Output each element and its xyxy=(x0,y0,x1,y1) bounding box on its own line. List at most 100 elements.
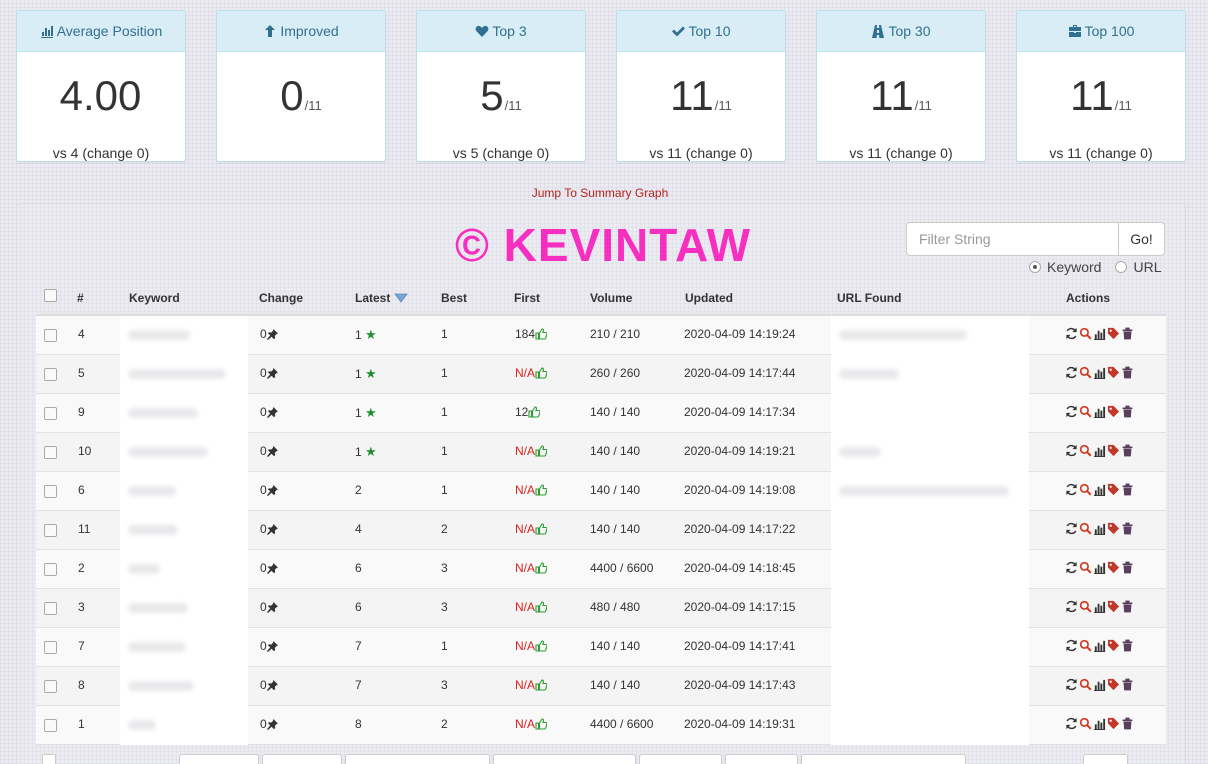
table-row[interactable]: 11 0 4 2 N/A 140 / 140 2020-04-09 14:17:22 xyxy=(36,511,1166,550)
refresh-icon[interactable] xyxy=(1065,483,1078,496)
bulk-button-6[interactable] xyxy=(725,754,798,764)
table-row[interactable]: 6 0 2 1 N/A 140 / 140 2020-04-09 14:19:08 xyxy=(36,472,1166,511)
col-keyword[interactable]: Keyword xyxy=(129,291,180,305)
row-checkbox[interactable] xyxy=(44,485,57,501)
search-icon[interactable] xyxy=(1079,405,1092,418)
url-found-cell[interactable] xyxy=(831,667,1029,706)
search-icon[interactable] xyxy=(1079,366,1092,379)
keyword-cell[interactable] xyxy=(120,628,248,667)
keyword-cell[interactable] xyxy=(120,433,248,472)
bulk-button-5[interactable] xyxy=(639,754,722,764)
bulk-button-4[interactable] xyxy=(493,754,636,764)
stats-icon[interactable] xyxy=(1093,717,1106,730)
tag-icon[interactable] xyxy=(1107,600,1120,613)
url-found-cell[interactable] xyxy=(831,550,1029,589)
stats-icon[interactable] xyxy=(1093,405,1106,418)
search-icon[interactable] xyxy=(1079,678,1092,691)
col-latest[interactable]: Latest xyxy=(355,291,408,305)
search-icon[interactable] xyxy=(1079,639,1092,652)
trash-icon[interactable] xyxy=(1121,639,1134,652)
trash-icon[interactable] xyxy=(1121,522,1134,535)
jump-to-summary-link[interactable]: Jump To Summary Graph xyxy=(0,186,1200,200)
stats-icon[interactable] xyxy=(1093,327,1106,340)
tag-icon[interactable] xyxy=(1107,717,1120,730)
bulk-button-1[interactable] xyxy=(179,754,259,764)
trash-icon[interactable] xyxy=(1121,678,1134,691)
bottom-select-all-checkbox[interactable] xyxy=(42,754,56,764)
refresh-icon[interactable] xyxy=(1065,522,1078,535)
row-checkbox[interactable] xyxy=(44,407,57,423)
trash-icon[interactable] xyxy=(1121,405,1134,418)
tag-icon[interactable] xyxy=(1107,444,1120,457)
url-found-cell[interactable] xyxy=(831,706,1029,745)
col-updated[interactable]: Updated xyxy=(685,291,733,305)
stats-icon[interactable] xyxy=(1093,483,1106,496)
keyword-cell[interactable] xyxy=(120,667,248,706)
row-checkbox[interactable] xyxy=(44,680,57,696)
tag-icon[interactable] xyxy=(1107,366,1120,379)
keyword-cell[interactable] xyxy=(120,355,248,394)
url-found-cell[interactable] xyxy=(831,433,1029,472)
trash-icon[interactable] xyxy=(1121,327,1134,340)
bulk-button-2[interactable] xyxy=(262,754,342,764)
url-found-cell[interactable] xyxy=(831,394,1029,433)
keyword-cell[interactable] xyxy=(120,511,248,550)
refresh-icon[interactable] xyxy=(1065,717,1078,730)
keyword-cell[interactable] xyxy=(120,316,248,355)
select-all-checkbox[interactable] xyxy=(44,289,57,305)
col-url-found[interactable]: URL Found xyxy=(837,291,901,305)
url-radio[interactable] xyxy=(1115,261,1128,273)
stats-icon[interactable] xyxy=(1093,561,1106,574)
refresh-icon[interactable] xyxy=(1065,678,1078,691)
trash-icon[interactable] xyxy=(1121,366,1134,379)
stats-icon[interactable] xyxy=(1093,444,1106,457)
col-first[interactable]: First xyxy=(514,291,540,305)
refresh-icon[interactable] xyxy=(1065,405,1078,418)
stats-icon[interactable] xyxy=(1093,678,1106,691)
row-checkbox[interactable] xyxy=(44,602,57,618)
col-num[interactable]: # xyxy=(77,291,84,305)
tag-icon[interactable] xyxy=(1107,327,1120,340)
keyword-radio[interactable] xyxy=(1029,261,1041,273)
trash-icon[interactable] xyxy=(1121,600,1134,613)
table-row[interactable]: 1 0 8 2 N/A 4400 / 6600 2020-04-09 14:19:31 xyxy=(36,706,1166,745)
tag-icon[interactable] xyxy=(1107,483,1120,496)
table-row[interactable]: 401 ★ 1 184 210 / 210 2020-04-09 14:19:24 xyxy=(36,316,1166,355)
search-icon[interactable] xyxy=(1079,483,1092,496)
search-icon[interactable] xyxy=(1079,522,1092,535)
keyword-cell[interactable] xyxy=(120,706,248,745)
refresh-icon[interactable] xyxy=(1065,639,1078,652)
keyword-cell[interactable] xyxy=(120,589,248,628)
search-icon[interactable] xyxy=(1079,717,1092,730)
bulk-button-3[interactable] xyxy=(345,754,490,764)
stats-icon[interactable] xyxy=(1093,639,1106,652)
table-row[interactable]: 3 0 6 3 N/A 480 / 480 2020-04-09 14:17:15 xyxy=(36,589,1166,628)
table-row[interactable]: 8 0 7 3 N/A 140 / 140 2020-04-09 14:17:43 xyxy=(36,667,1166,706)
filter-input[interactable] xyxy=(906,222,1118,256)
url-found-cell[interactable] xyxy=(831,316,1029,355)
refresh-icon[interactable] xyxy=(1065,600,1078,613)
stats-icon[interactable] xyxy=(1093,522,1106,535)
col-volume[interactable]: Volume xyxy=(590,291,632,305)
url-found-cell[interactable] xyxy=(831,628,1029,667)
search-icon[interactable] xyxy=(1079,444,1092,457)
bulk-button-7[interactable] xyxy=(801,754,966,764)
row-checkbox[interactable] xyxy=(44,446,57,462)
stats-icon[interactable] xyxy=(1093,600,1106,613)
row-checkbox[interactable] xyxy=(44,368,57,384)
search-icon[interactable] xyxy=(1079,561,1092,574)
go-button[interactable]: Go! xyxy=(1118,222,1165,256)
table-row[interactable]: 901 ★ 1 12 140 / 140 2020-04-09 14:17:34 xyxy=(36,394,1166,433)
tag-icon[interactable] xyxy=(1107,522,1120,535)
col-best[interactable]: Best xyxy=(441,291,467,305)
stats-icon[interactable] xyxy=(1093,366,1106,379)
search-icon[interactable] xyxy=(1079,327,1092,340)
row-checkbox[interactable] xyxy=(44,641,57,657)
refresh-icon[interactable] xyxy=(1065,327,1078,340)
table-row[interactable]: 501 ★ 1 N/A 260 / 260 2020-04-09 14:17:44 xyxy=(36,355,1166,394)
keyword-cell[interactable] xyxy=(120,394,248,433)
tag-icon[interactable] xyxy=(1107,678,1120,691)
table-row[interactable]: 2 0 6 3 N/A 4400 / 6600 2020-04-09 14:18:45 xyxy=(36,550,1166,589)
tag-icon[interactable] xyxy=(1107,639,1120,652)
trash-icon[interactable] xyxy=(1121,483,1134,496)
